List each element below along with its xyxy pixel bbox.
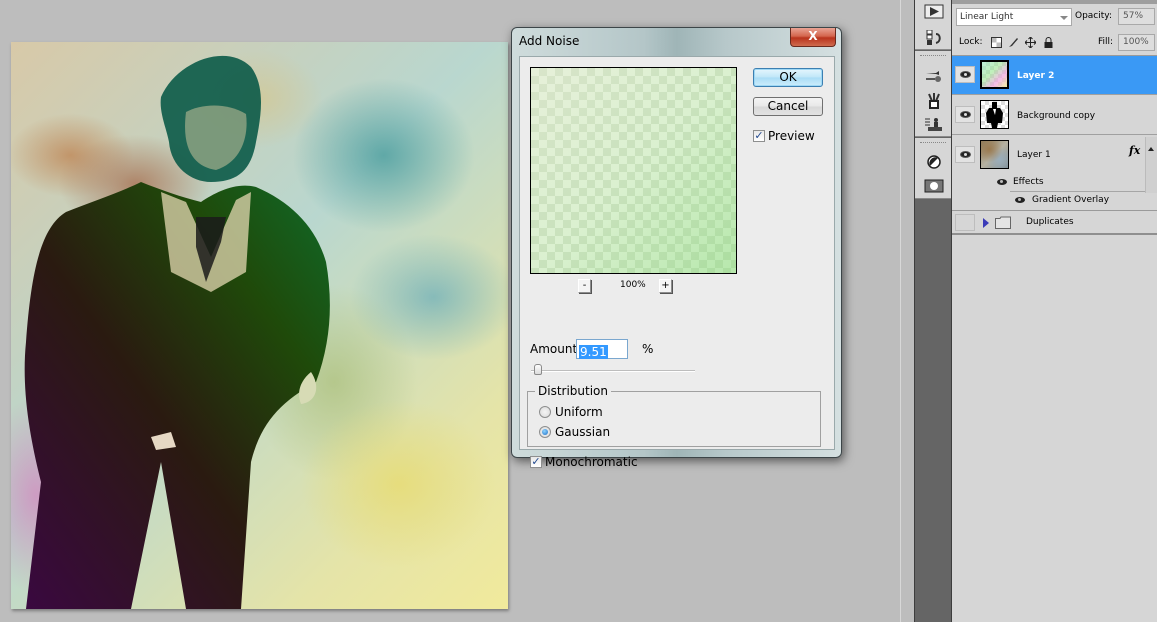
monochromatic-label: Monochromatic bbox=[545, 455, 638, 469]
layer-name[interactable]: Layer 1 bbox=[1017, 150, 1051, 160]
layer-name[interactable]: Background copy bbox=[1017, 111, 1095, 121]
adjustments-icon[interactable] bbox=[924, 154, 944, 170]
preview-label: Preview bbox=[768, 129, 815, 143]
dock-group-3 bbox=[915, 138, 951, 199]
dock-group-1 bbox=[915, 0, 951, 50]
clone-source-icon[interactable] bbox=[924, 117, 944, 133]
chevron-down-icon bbox=[1060, 16, 1068, 20]
cancel-button[interactable]: Cancel bbox=[753, 97, 823, 116]
eye-icon bbox=[960, 111, 971, 118]
actions-play-icon[interactable] bbox=[924, 4, 944, 20]
masks-icon[interactable] bbox=[924, 178, 944, 194]
amount-unit: % bbox=[642, 342, 654, 356]
close-button[interactable]: X bbox=[790, 28, 836, 47]
history-icon[interactable] bbox=[924, 30, 944, 46]
gaussian-label: Gaussian bbox=[555, 425, 611, 439]
silhouette-thumb-icon bbox=[986, 102, 1003, 128]
artwork-silhouette bbox=[24, 55, 330, 609]
layer-thumbnail bbox=[980, 60, 1009, 89]
close-icon: X bbox=[808, 29, 818, 43]
effect-label: Gradient Overlay bbox=[1032, 195, 1110, 205]
fill-label: Fill: bbox=[1098, 37, 1114, 47]
filter-preview[interactable] bbox=[530, 67, 737, 274]
opacity-label: Opacity: bbox=[1075, 11, 1112, 21]
zoom-out-button[interactable]: - bbox=[578, 279, 591, 293]
fill-field[interactable]: 100% bbox=[1118, 34, 1155, 51]
amount-slider-thumb[interactable] bbox=[534, 364, 543, 375]
layer-row-layer-2[interactable]: Layer 2 bbox=[952, 56, 1157, 95]
lock-all-icon[interactable] bbox=[1043, 37, 1054, 48]
layer-group-duplicates[interactable]: Duplicates bbox=[952, 211, 1157, 235]
add-noise-dialog: Add Noise X - 100% + OK Cancel ✓ Preview… bbox=[511, 27, 842, 469]
eye-icon[interactable] bbox=[1015, 197, 1025, 203]
opacity-field[interactable]: 57% bbox=[1118, 8, 1155, 25]
lock-transparency-icon[interactable] bbox=[991, 37, 1002, 48]
dock-group-2 bbox=[915, 51, 951, 137]
blend-mode-select[interactable]: Linear Light bbox=[956, 8, 1072, 26]
amount-input[interactable]: 9.51 bbox=[576, 339, 628, 359]
blend-mode-value: Linear Light bbox=[960, 12, 1014, 22]
dock-grip[interactable] bbox=[920, 142, 946, 144]
gaussian-radio[interactable] bbox=[539, 426, 551, 438]
zoom-in-button[interactable]: + bbox=[659, 279, 672, 293]
panel-tabs[interactable] bbox=[952, 0, 1157, 4]
dialog-title: Add Noise bbox=[519, 34, 580, 48]
group-name[interactable]: Duplicates bbox=[1026, 217, 1074, 227]
layer-thumbnail bbox=[980, 140, 1009, 169]
distribution-label: Distribution bbox=[535, 384, 612, 398]
effect-item-gradient-overlay[interactable]: Gradient Overlay bbox=[952, 192, 1157, 210]
layers-scrollbar[interactable] bbox=[1145, 137, 1157, 193]
dialog-body: - 100% + OK Cancel ✓ Preview Amount: 9.5… bbox=[519, 56, 835, 469]
lock-paint-icon[interactable] bbox=[1008, 37, 1019, 48]
visibility-toggle[interactable] bbox=[955, 214, 975, 231]
dock-grip[interactable] bbox=[920, 55, 946, 57]
panel-dock bbox=[914, 0, 951, 622]
preview-checkbox[interactable]: ✓ bbox=[753, 130, 765, 142]
layers-panel: Linear Light Opacity: 57% Lock: Fill: 10… bbox=[951, 0, 1157, 622]
amount-slider-track[interactable] bbox=[531, 370, 695, 372]
ok-button[interactable]: OK bbox=[753, 68, 823, 87]
eye-icon bbox=[960, 151, 971, 158]
layer-effects-icon[interactable]: fx bbox=[1129, 144, 1140, 157]
layer-name[interactable]: Layer 2 bbox=[1017, 71, 1054, 81]
scroll-up-arrow-icon[interactable] bbox=[1148, 147, 1154, 151]
lock-label: Lock: bbox=[959, 37, 983, 47]
photoshop-workspace: Add Noise X - 100% + OK Cancel ✓ Preview… bbox=[0, 0, 1157, 622]
visibility-toggle[interactable] bbox=[955, 66, 975, 83]
zoom-level: 100% bbox=[620, 280, 646, 290]
lock-move-icon[interactable] bbox=[1025, 37, 1036, 48]
expand-arrow-icon[interactable] bbox=[983, 218, 989, 228]
layer-thumbnail bbox=[980, 100, 1009, 129]
amount-label: Amount: bbox=[530, 342, 582, 356]
effects-label: Effects bbox=[1013, 177, 1044, 187]
brushes-icon[interactable] bbox=[924, 68, 944, 84]
folder-icon bbox=[995, 216, 1011, 229]
eye-icon[interactable] bbox=[997, 179, 1007, 185]
monochromatic-checkbox[interactable]: ✓ bbox=[530, 456, 542, 468]
visibility-toggle[interactable] bbox=[955, 146, 975, 163]
panel-divider[interactable] bbox=[900, 0, 914, 622]
eye-icon bbox=[960, 71, 971, 78]
tool-presets-icon[interactable] bbox=[924, 93, 944, 109]
uniform-radio[interactable] bbox=[539, 406, 551, 418]
layer-row-layer-1[interactable]: Layer 1 fx bbox=[952, 136, 1157, 174]
document-canvas[interactable] bbox=[11, 42, 508, 609]
uniform-label: Uniform bbox=[555, 405, 603, 419]
amount-value: 9.51 bbox=[579, 345, 608, 359]
layer-row-background-copy[interactable]: Background copy bbox=[952, 96, 1157, 135]
visibility-toggle[interactable] bbox=[955, 106, 975, 123]
